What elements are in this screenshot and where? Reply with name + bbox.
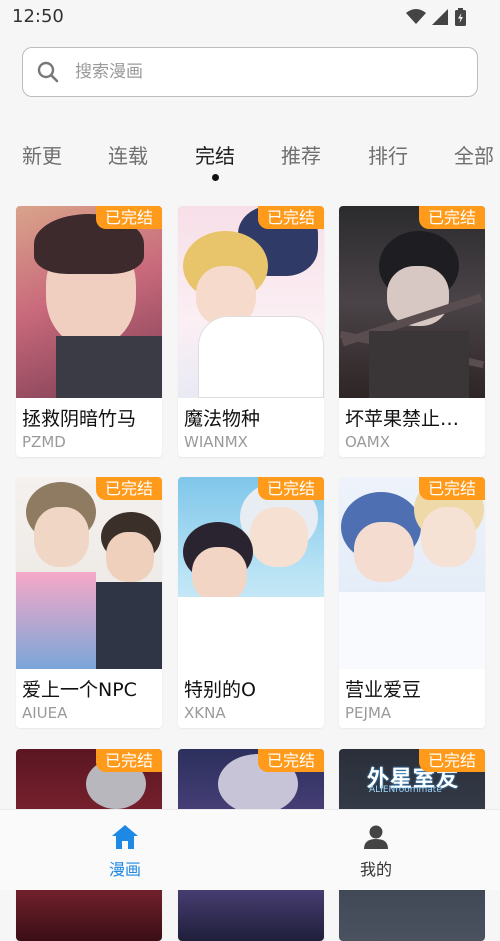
- comic-title: 魔法物种: [184, 408, 261, 430]
- comic-title: 坏苹果禁止…: [345, 408, 460, 430]
- completed-badge: 已完结: [95, 749, 162, 772]
- completed-badge: 已完结: [418, 206, 485, 229]
- completed-badge: 已完结: [257, 477, 324, 500]
- comic-title: 爱上一个NPC: [22, 679, 137, 701]
- comic-card[interactable]: 已完结 拯救阴暗竹马 PZMD: [16, 206, 162, 457]
- comic-card[interactable]: 已完结 营业爱豆 PEJMA: [339, 477, 485, 728]
- comic-code: XKNA: [184, 704, 226, 722]
- comic-cover: 已完结: [339, 206, 485, 398]
- comic-card[interactable]: 已完结 爱上一个NPC AIUEA: [16, 477, 162, 728]
- comic-card[interactable]: 已完结 坏苹果禁止… OAMX: [339, 206, 485, 457]
- completed-badge: 已完结: [257, 206, 324, 229]
- completed-badge: 已完结: [257, 749, 324, 772]
- comic-card[interactable]: 已完结 特别的O XKNA: [178, 477, 324, 728]
- nav-comics-label: 漫画: [108, 860, 141, 879]
- comic-cover: 已完结: [178, 206, 324, 398]
- comic-cover: 已完结: [178, 477, 324, 669]
- completed-badge: 已完结: [418, 749, 485, 772]
- comic-code: PZMD: [22, 433, 66, 451]
- completed-badge: 已完结: [418, 477, 485, 500]
- nav-mine-label: 我的: [359, 860, 392, 879]
- bottom-nav: 漫画 我的: [0, 809, 500, 890]
- completed-badge: 已完结: [95, 477, 162, 500]
- comic-code: OAMX: [345, 433, 391, 451]
- comic-title: 营业爱豆: [345, 679, 422, 701]
- comic-code: WIANMX: [184, 433, 248, 451]
- comic-title: 特别的O: [184, 679, 256, 701]
- comic-cover: 已完结: [16, 206, 162, 398]
- nav-mine[interactable]: 我的: [336, 824, 416, 880]
- comic-cover: 已完结: [16, 477, 162, 669]
- person-icon: [364, 825, 388, 849]
- comic-card[interactable]: 已完结 魔法物种 WIANMX: [178, 206, 324, 457]
- comic-code: PEJMA: [345, 704, 392, 722]
- home-icon: [112, 825, 138, 849]
- cover-subtitle-art: ALIENroommate: [369, 785, 442, 795]
- comic-grid: 已完结 拯救阴暗竹马 PZMD 已完结 魔法物种 WIANMX 已完结 坏苹果禁…: [0, 0, 500, 941]
- comic-code: AIUEA: [22, 704, 68, 722]
- comic-cover: 已完结: [339, 477, 485, 669]
- comic-title: 拯救阴暗竹马: [22, 408, 137, 430]
- nav-comics[interactable]: 漫画: [85, 824, 165, 880]
- completed-badge: 已完结: [95, 206, 162, 229]
